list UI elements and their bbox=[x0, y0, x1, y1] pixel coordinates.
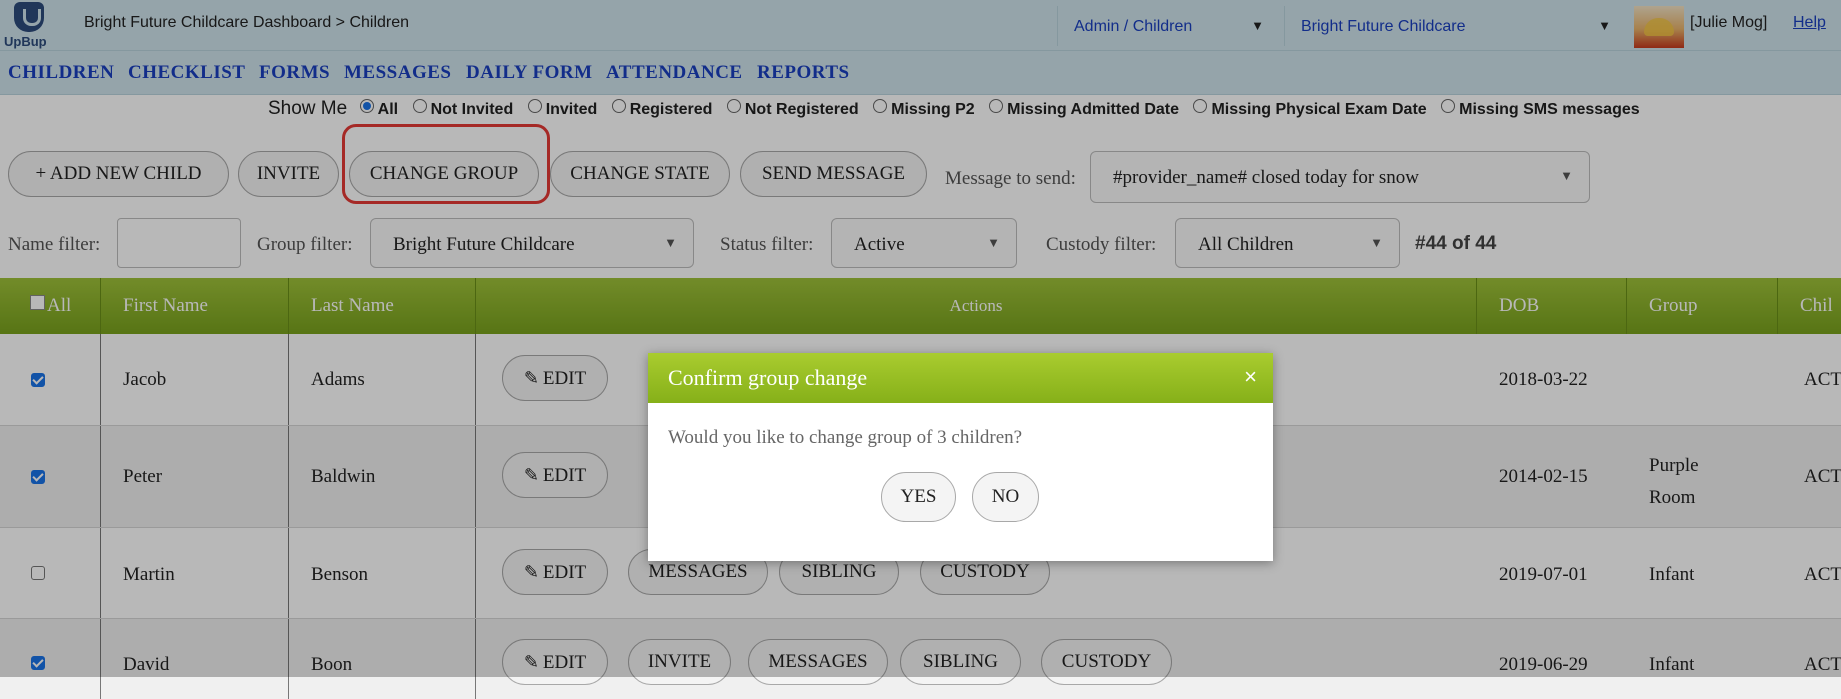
modal-overlay[interactable] bbox=[0, 0, 1841, 677]
dialog-message: Would you like to change group of 3 chil… bbox=[668, 427, 1023, 448]
dialog-title: Confirm group change bbox=[668, 365, 868, 390]
dialog-header: Confirm group change × bbox=[648, 353, 1273, 403]
confirm-group-change-dialog: Confirm group change × Would you like to… bbox=[648, 353, 1273, 561]
no-button[interactable]: NO bbox=[972, 472, 1039, 522]
close-icon[interactable]: × bbox=[1244, 364, 1257, 390]
yes-button[interactable]: YES bbox=[881, 472, 956, 522]
